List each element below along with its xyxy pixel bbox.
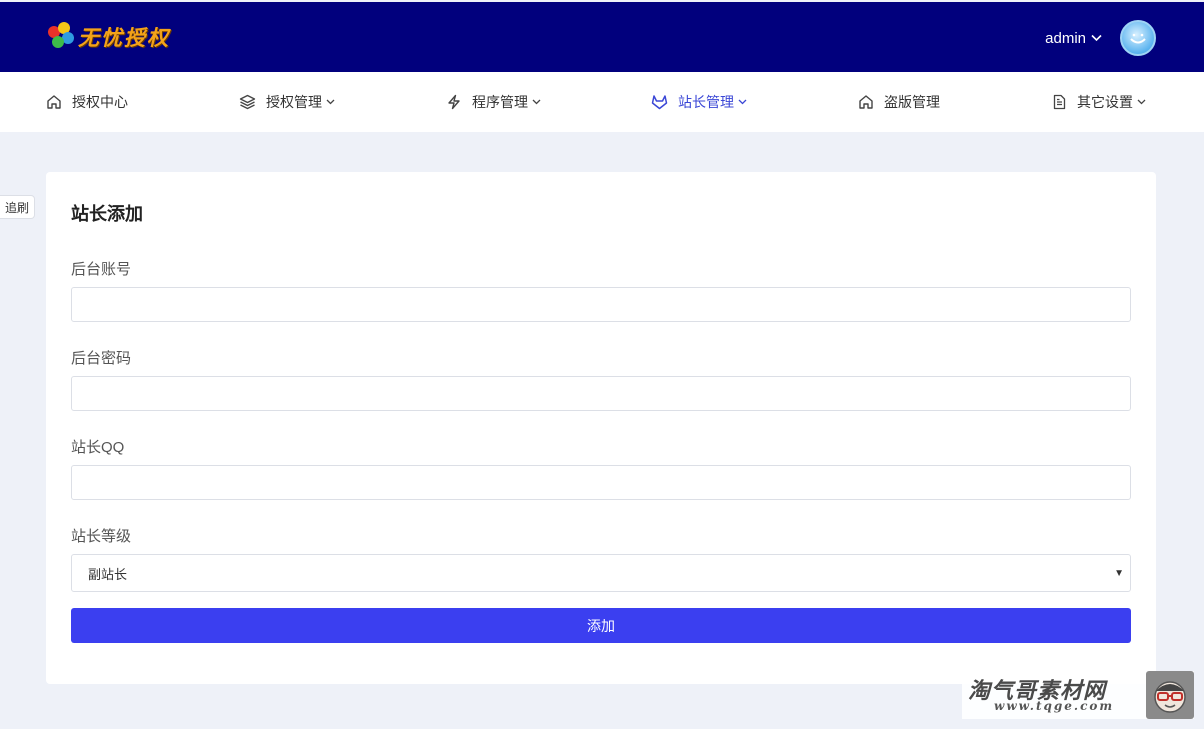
password-label: 后台密码	[71, 350, 132, 367]
user-menu[interactable]: admin	[1045, 20, 1156, 56]
user-name[interactable]: admin	[1045, 30, 1086, 47]
nav-label: 盗版管理	[884, 94, 940, 110]
qq-input[interactable]	[71, 465, 1131, 500]
chevron-down-icon	[532, 99, 541, 105]
top-header: 无忧授权 admin	[0, 2, 1204, 72]
caret-down-icon: ▼	[1114, 568, 1124, 579]
nav-label: 授权管理	[266, 94, 322, 110]
nav-label: 站长管理	[678, 94, 734, 110]
main-nav: 授权中心 授权管理 程序管理 站长管理 盗版管理 其它设置	[0, 72, 1204, 132]
avatar-face-icon	[1130, 33, 1146, 44]
chevron-down-icon	[326, 99, 335, 105]
document-icon	[1052, 94, 1067, 110]
gitlab-icon	[651, 94, 668, 110]
nav-item-other-settings[interactable]: 其它设置	[1052, 72, 1146, 132]
layers-icon	[239, 94, 256, 110]
avatar[interactable]	[1120, 20, 1156, 56]
nav-item-auth-center[interactable]: 授权中心	[46, 72, 128, 132]
watermark-url: www.tqge.com	[994, 699, 1115, 713]
chevron-down-icon	[1091, 34, 1102, 42]
chevron-down-icon	[1137, 99, 1146, 105]
card-title: 站长添加	[71, 204, 143, 224]
nav-item-piracy-manage[interactable]: 盗版管理	[858, 72, 940, 132]
chevron-down-icon	[738, 99, 747, 105]
logo-text: 无忧授权	[78, 25, 170, 50]
nav-item-program-manage[interactable]: 程序管理	[446, 72, 541, 132]
level-select-value: 副站长	[88, 566, 128, 582]
account-label: 后台账号	[71, 261, 132, 278]
home-icon	[858, 94, 874, 110]
nav-item-auth-manage[interactable]: 授权管理	[239, 72, 335, 132]
nav-label: 授权中心	[72, 94, 128, 110]
add-button[interactable]: 添加	[71, 608, 1131, 643]
watermark-face-icon	[1146, 671, 1194, 719]
watermark: 淘气哥素材网 www.tqge.com	[962, 671, 1194, 719]
level-select[interactable]: 副站长 ▼	[71, 554, 1131, 592]
lightning-icon	[446, 94, 462, 110]
password-input[interactable]	[71, 376, 1131, 411]
webmaster-add-card: 站长添加 后台账号 后台密码 站长QQ 站长等级 副站长 ▼ 添加	[46, 172, 1156, 684]
qq-label: 站长QQ	[71, 439, 125, 456]
side-tab-button[interactable]: 追刷	[0, 195, 35, 219]
nav-label: 程序管理	[472, 94, 528, 110]
home-icon	[46, 94, 62, 110]
logo[interactable]: 无忧授权	[46, 22, 170, 52]
nav-label: 其它设置	[1077, 94, 1133, 110]
account-input[interactable]	[71, 287, 1131, 322]
nav-item-webmaster-manage[interactable]: 站长管理	[651, 72, 747, 132]
logo-icon	[46, 22, 76, 52]
level-label: 站长等级	[71, 528, 132, 545]
